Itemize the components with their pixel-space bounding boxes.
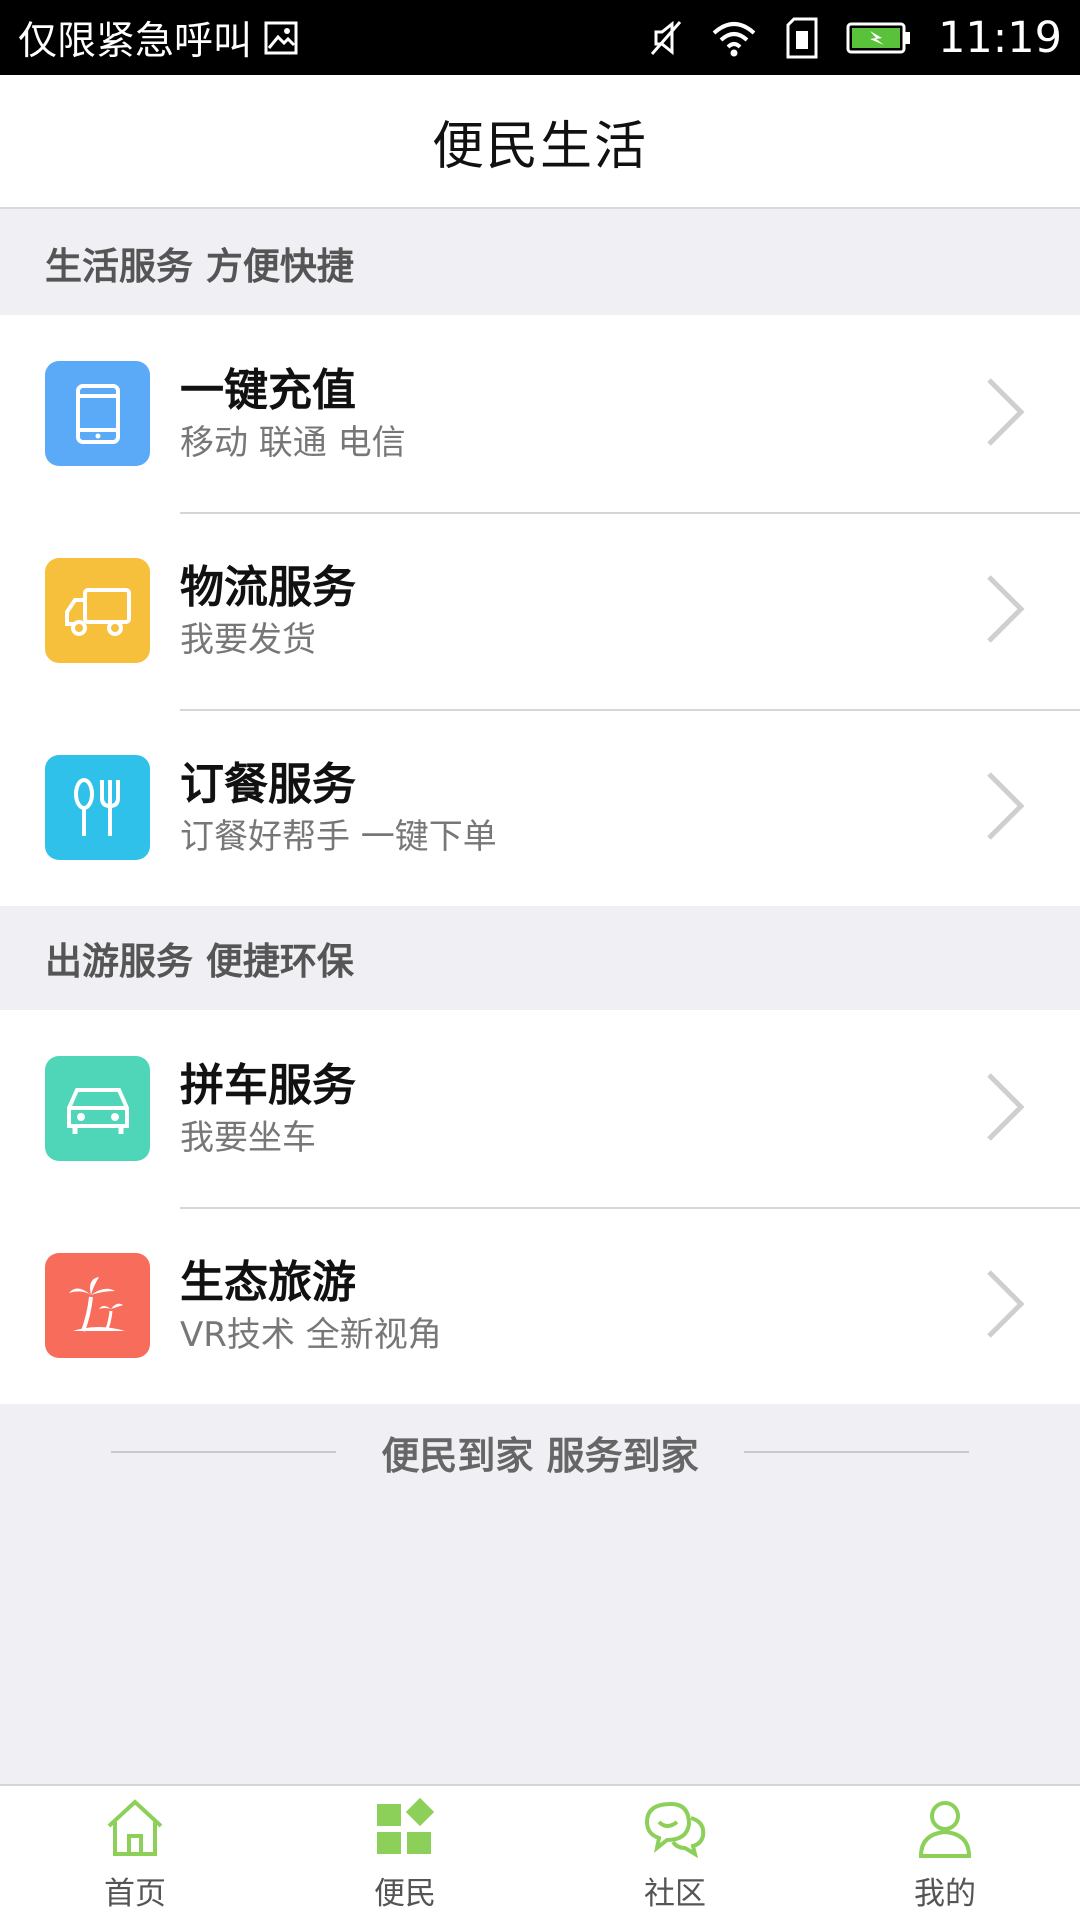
tab-label: 首页	[104, 1876, 166, 1912]
section-header-travel-services: 出游服务 便捷环保	[0, 906, 1080, 1010]
utensils-icon	[45, 755, 150, 860]
chevron-right-icon	[985, 376, 1025, 452]
list-item-subtitle: 移动 联通 电信	[180, 422, 406, 463]
list-item-subtitle: 我要发货	[180, 619, 316, 660]
bottom-tab-bar: 首页 便民 社区 我的	[0, 1784, 1080, 1920]
footer-slogan-text: 便民到家 服务到家	[381, 1433, 699, 1478]
tab-community[interactable]: 社区	[540, 1786, 810, 1920]
tab-label: 我的	[914, 1876, 976, 1912]
phone-icon	[45, 361, 150, 466]
tab-home[interactable]: 首页	[0, 1786, 270, 1920]
list-item-title: 一键充值	[180, 364, 356, 416]
list-item-subtitle: VR技术 全新视角	[180, 1314, 442, 1355]
divider	[743, 1451, 969, 1453]
sim-icon	[784, 17, 820, 59]
chevron-right-icon	[985, 1268, 1025, 1344]
car-icon	[45, 1056, 150, 1161]
tab-convenience[interactable]: 便民	[270, 1786, 540, 1920]
list-item-title: 订餐服务	[180, 758, 356, 810]
list-item-logistics[interactable]: 物流服务 我要发货	[0, 512, 1080, 709]
list-item-recharge[interactable]: 一键充值 移动 联通 电信	[0, 315, 1080, 512]
list-item-title: 生态旅游	[180, 1256, 356, 1308]
divider	[111, 1451, 337, 1453]
list-item-title: 拼车服务	[180, 1059, 356, 1111]
home-icon	[103, 1798, 167, 1862]
list-item-eco-tourism[interactable]: 生态旅游 VR技术 全新视角	[0, 1207, 1080, 1404]
tab-label: 社区	[644, 1876, 706, 1912]
section-header-life-services: 生活服务 方便快捷	[0, 211, 1080, 315]
nav-bar: 便民生活	[0, 75, 1080, 209]
tab-label: 便民	[374, 1876, 436, 1912]
truck-icon	[45, 558, 150, 663]
life-services-list: 一键充值 移动 联通 电信 物流服务 我要发货 订餐服务 订餐好帮手 一键下单	[0, 315, 1080, 906]
chevron-right-icon	[985, 1071, 1025, 1147]
apps-icon	[373, 1797, 437, 1862]
travel-services-list: 拼车服务 我要坐车 生态旅游 VR技术 全新视角	[0, 1010, 1080, 1404]
mute-icon	[648, 18, 684, 58]
list-item-subtitle: 我要坐车	[180, 1117, 316, 1158]
footer-slogan: 便民到家 服务到家	[0, 1400, 1080, 1504]
list-item-food-order[interactable]: 订餐服务 订餐好帮手 一键下单	[0, 709, 1080, 906]
user-icon	[913, 1798, 977, 1862]
list-item-carpool[interactable]: 拼车服务 我要坐车	[0, 1010, 1080, 1207]
status-bar: 仅限紧急呼叫 11:19	[0, 0, 1080, 75]
palm-tree-icon	[45, 1253, 150, 1358]
list-item-subtitle: 订餐好帮手 一键下单	[180, 816, 497, 857]
wifi-icon	[710, 19, 758, 57]
list-item-title: 物流服务	[180, 561, 356, 613]
carrier-text: 仅限紧急呼叫	[18, 18, 253, 64]
chevron-right-icon	[985, 770, 1025, 846]
tab-profile[interactable]: 我的	[810, 1786, 1080, 1920]
chevron-right-icon	[985, 573, 1025, 649]
chat-icon	[641, 1798, 709, 1862]
clock: 11:19	[938, 12, 1062, 63]
battery-icon	[846, 21, 912, 55]
image-icon	[264, 21, 298, 55]
page-title: 便民生活	[431, 116, 648, 177]
